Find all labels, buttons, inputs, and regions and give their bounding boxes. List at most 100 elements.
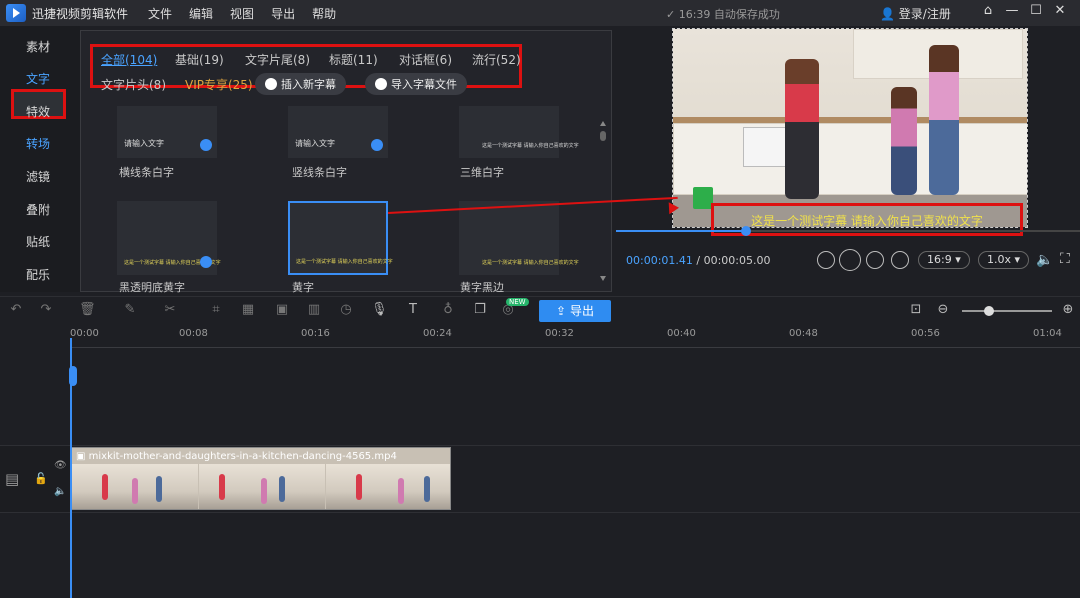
menu-file[interactable]: 文件 bbox=[148, 5, 172, 22]
ruler-tick: 00:00 bbox=[70, 328, 99, 339]
menu-export[interactable]: 导出 bbox=[271, 5, 295, 22]
subtitle-template-card[interactable]: 这是一个测试字幕 请输入你自己喜欢的文字 bbox=[459, 201, 579, 275]
maximize-icon[interactable]: ☐ bbox=[1024, 3, 1048, 18]
zoom-slider-handle[interactable] bbox=[984, 306, 994, 316]
visibility-icon[interactable]: 👁 bbox=[54, 460, 67, 471]
card-label: 横线条白字 bbox=[119, 166, 174, 179]
play-icon[interactable] bbox=[839, 249, 861, 271]
scroll-down-icon[interactable] bbox=[600, 276, 606, 281]
login-label: 登录/注册 bbox=[898, 7, 951, 21]
login-button[interactable]: 👤 登录/注册 bbox=[880, 5, 951, 22]
sidebar-item-text[interactable]: 文字 bbox=[0, 70, 76, 87]
microphone-icon[interactable]: 🎙 bbox=[371, 302, 388, 318]
zoom-out-icon[interactable]: ⊖ bbox=[935, 302, 951, 318]
menu-view[interactable]: 视图 bbox=[230, 5, 254, 22]
subtitle-template-card[interactable]: 请输入文字 bbox=[117, 106, 217, 158]
import-subtitle-button[interactable]: 导入字幕文件 bbox=[365, 73, 467, 95]
sidebar-item-stickers[interactable]: 贴纸 bbox=[0, 233, 76, 250]
download-icon[interactable] bbox=[200, 256, 212, 268]
previous-frame-icon[interactable] bbox=[817, 251, 835, 269]
card-label: 黄字 bbox=[292, 281, 314, 294]
clip-figure bbox=[356, 474, 362, 500]
audio-icon[interactable]: 🔈 bbox=[54, 486, 66, 497]
zoom-slider[interactable] bbox=[962, 306, 1052, 316]
aspect-ratio-dropdown[interactable]: 16:9 ▾ bbox=[918, 251, 970, 269]
animation-icon[interactable]: ♁ bbox=[440, 302, 456, 318]
preview-seekbar[interactable] bbox=[616, 226, 1080, 236]
cut-icon[interactable]: ✂ bbox=[162, 302, 178, 318]
tab-popular[interactable]: 流行(52) bbox=[472, 51, 521, 68]
tab-all[interactable]: 全部(104) bbox=[101, 51, 157, 68]
menu-help[interactable]: 帮助 bbox=[312, 5, 336, 22]
fit-timeline-icon[interactable]: ⊡ bbox=[908, 302, 924, 318]
freeze-icon[interactable]: ▣ bbox=[274, 302, 290, 318]
minimize-icon[interactable]: — bbox=[1000, 3, 1024, 18]
video-track-header: ▤ 🔓 👁 🔈 bbox=[0, 446, 70, 512]
crop-icon[interactable]: ⌗ bbox=[208, 302, 224, 318]
zoom-in-icon[interactable]: ⊕ bbox=[1060, 302, 1076, 318]
tab-dialog[interactable]: 对话框(6) bbox=[399, 51, 452, 68]
redo-icon[interactable]: ↷ bbox=[38, 302, 54, 318]
text-to-speech-icon[interactable]: T bbox=[405, 302, 421, 318]
download-icon[interactable] bbox=[200, 139, 212, 151]
tab-text-intro[interactable]: 文字片头(8) bbox=[101, 76, 166, 93]
speed-dropdown[interactable]: 1.0x ▾ bbox=[978, 251, 1030, 269]
next-frame-icon[interactable] bbox=[866, 251, 884, 269]
clip-figure bbox=[102, 474, 108, 500]
home-icon[interactable]: ⌂ bbox=[976, 3, 1000, 18]
clip-figure bbox=[156, 476, 162, 502]
tab-basic[interactable]: 基础(19) bbox=[175, 51, 224, 68]
clip-figure bbox=[398, 478, 404, 504]
lock-icon[interactable]: 🔓 bbox=[34, 472, 48, 485]
tab-vip[interactable]: VIP专享(25) bbox=[185, 76, 253, 93]
copy-icon[interactable]: ❐ bbox=[472, 302, 488, 318]
sidebar-item-effects[interactable]: 特效 bbox=[0, 103, 76, 120]
download-icon[interactable] bbox=[371, 139, 383, 151]
subtitle-template-card[interactable]: 这是一个测试字幕 请输入你自己喜欢的文字 bbox=[117, 201, 221, 275]
sidebar-item-transitions[interactable]: 转场 bbox=[0, 135, 76, 152]
import-icon bbox=[375, 78, 387, 90]
sidebar-item-music[interactable]: 配乐 bbox=[0, 266, 76, 283]
insert-subtitle-button[interactable]: 插入新字幕 bbox=[255, 73, 346, 95]
card-preview-text: 请输入文字 bbox=[295, 139, 335, 148]
playhead-handle[interactable] bbox=[69, 366, 77, 386]
scroll-thumb[interactable] bbox=[600, 131, 606, 141]
scroll-up-icon[interactable] bbox=[600, 121, 606, 126]
volume-icon[interactable]: 🔈 bbox=[1036, 252, 1053, 268]
subtitle-template-card-selected[interactable]: 这是一个测试字幕 请输入你自己喜欢的文字 bbox=[288, 201, 393, 275]
close-icon[interactable]: ✕ bbox=[1048, 3, 1072, 18]
mosaic-icon[interactable]: ▦ bbox=[240, 302, 256, 318]
export-icon: ⇪ bbox=[556, 304, 567, 318]
menu-edit[interactable]: 编辑 bbox=[189, 5, 213, 22]
delete-icon[interactable]: 🗑 bbox=[79, 302, 96, 318]
duration-icon[interactable]: ◷ bbox=[338, 302, 354, 318]
video-preview[interactable] bbox=[672, 28, 1028, 228]
card-preview-text: 这是一个测试字幕 请输入你自己喜欢的文字 bbox=[482, 260, 579, 266]
title-bar: 迅捷视频剪辑软件 文件 编辑 视图 导出 帮助 ✓ 16:39 自动保存成功 👤… bbox=[0, 0, 1080, 26]
seekbar-progress bbox=[616, 230, 746, 232]
timeline-ruler[interactable]: 00:00 00:08 00:16 00:24 00:32 00:40 00:4… bbox=[70, 324, 1080, 348]
current-time: 00:00:01.41 bbox=[626, 254, 693, 267]
tab-text-outro[interactable]: 文字片尾(8) bbox=[245, 51, 310, 68]
sidebar-item-overlay[interactable]: 叠附 bbox=[0, 201, 76, 218]
clip-figure bbox=[279, 476, 285, 502]
chart-icon[interactable]: ▥ bbox=[306, 302, 322, 318]
video-clip[interactable]: ▣ mixkit-mother-and-daughters-in-a-kitch… bbox=[71, 447, 451, 510]
total-time: / 00:00:05.00 bbox=[696, 254, 771, 267]
subtitle-template-card[interactable]: 这是一个测试字幕 请输入你自己喜欢的文字 bbox=[459, 106, 579, 158]
stop-icon[interactable] bbox=[891, 251, 909, 269]
export-button[interactable]: ⇪ 导出 bbox=[539, 300, 611, 322]
ruler-tick: 00:16 bbox=[301, 328, 330, 339]
fullscreen-icon[interactable]: ⛶ bbox=[1060, 251, 1070, 267]
clip-frame bbox=[72, 464, 198, 509]
seekbar-handle[interactable] bbox=[740, 226, 751, 236]
undo-icon[interactable]: ↶ bbox=[8, 302, 24, 318]
tab-title[interactable]: 标题(11) bbox=[329, 51, 378, 68]
subtitle-template-card[interactable]: 请输入文字 bbox=[288, 106, 388, 158]
sidebar-item-material[interactable]: 素材 bbox=[0, 38, 76, 55]
edit-icon[interactable]: ✎ bbox=[122, 302, 138, 318]
mother-figure bbox=[785, 59, 819, 199]
ruler-tick: 00:48 bbox=[789, 328, 818, 339]
sidebar-item-filters[interactable]: 滤镜 bbox=[0, 168, 76, 185]
time-display: 00:00:01.41 / 00:00:05.00 bbox=[626, 254, 771, 267]
